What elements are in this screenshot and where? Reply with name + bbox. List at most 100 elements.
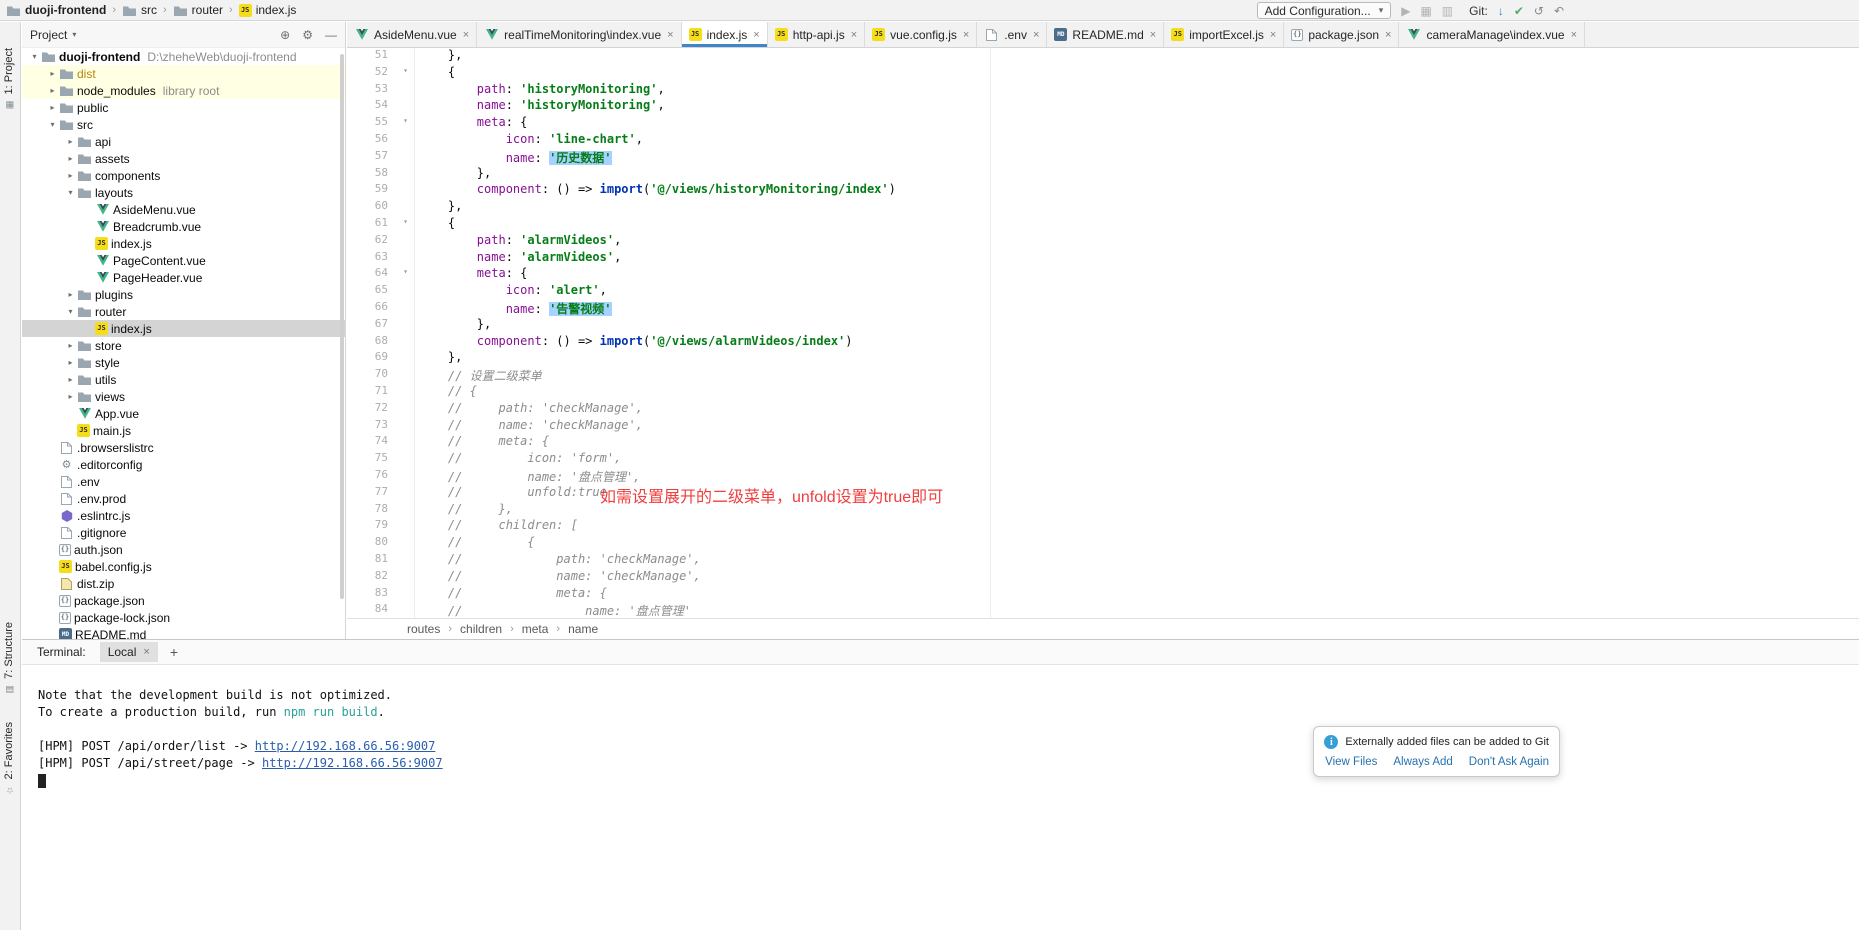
terminal-link[interactable]: http://192.168.66.56:9007 (255, 739, 436, 753)
editor-tab[interactable]: JSimportExcel.js× (1164, 22, 1284, 47)
coverage-icon[interactable]: ▦ (1420, 4, 1431, 18)
project-panel-title[interactable]: Project (30, 28, 67, 42)
collapse-arrow-icon[interactable]: ▾ (64, 188, 77, 197)
expand-arrow-icon[interactable]: ▸ (64, 137, 77, 146)
breadcrumb-item[interactable]: name (568, 622, 598, 636)
tab-close-icon[interactable]: × (753, 29, 759, 41)
tab-close-icon[interactable]: × (1385, 29, 1391, 41)
git-commit-button[interactable]: ✔ (1514, 4, 1524, 18)
tree-item[interactable]: JSindex.js (22, 320, 345, 337)
expand-arrow-icon[interactable]: ▸ (46, 69, 59, 78)
git-history-button[interactable]: ↺ (1534, 4, 1544, 18)
dont-ask-again-link[interactable]: Don't Ask Again (1469, 756, 1549, 768)
tree-item[interactable]: JSbabel.config.js (22, 558, 345, 575)
tree-item[interactable]: ▾layouts (22, 184, 345, 201)
tree-item[interactable]: ▸views (22, 388, 345, 405)
editor-tab[interactable]: JSvue.config.js× (865, 22, 977, 47)
tree-item[interactable]: ▾src (22, 116, 345, 133)
settings-gear-icon[interactable]: ⚙ (302, 28, 313, 42)
tree-item[interactable]: App.vue (22, 405, 345, 422)
tree-item[interactable]: ▸public (22, 99, 345, 116)
tree-item[interactable]: ▸assets (22, 150, 345, 167)
tab-close-icon[interactable]: × (963, 29, 969, 41)
tree-item[interactable]: .browserslistrc (22, 439, 345, 456)
tree-item[interactable]: {}auth.json (22, 541, 345, 558)
expand-arrow-icon[interactable]: ▸ (64, 358, 77, 367)
chevron-down-icon[interactable]: ▾ (72, 30, 76, 39)
new-terminal-button[interactable]: + (170, 644, 178, 660)
tree-item[interactable]: {}package.json (22, 592, 345, 609)
collapse-arrow-icon[interactable]: ▾ (64, 307, 77, 316)
expand-arrow-icon[interactable]: ▸ (64, 392, 77, 401)
tool-window-favorites[interactable]: ☆ 2: Favorites (3, 722, 15, 794)
git-update-button[interactable]: ↓ (1498, 4, 1504, 18)
breadcrumb-item[interactable]: children (460, 622, 502, 636)
tree-item[interactable]: .env.prod (22, 490, 345, 507)
tree-item[interactable]: PageContent.vue (22, 252, 345, 269)
fold-marker-icon[interactable]: ▾ (403, 66, 408, 75)
tab-close-icon[interactable]: × (851, 29, 857, 41)
tree-item[interactable]: {}package-lock.json (22, 609, 345, 626)
collapse-arrow-icon[interactable]: ▾ (28, 52, 41, 61)
expand-arrow-icon[interactable]: ▸ (64, 375, 77, 384)
expand-arrow-icon[interactable]: ▸ (64, 341, 77, 350)
editor-tab[interactable]: cameraManage\index.vue× (1399, 22, 1585, 47)
expand-arrow-icon[interactable]: ▸ (64, 290, 77, 299)
tree-item[interactable]: .eslintrc.js (22, 507, 345, 524)
git-rollback-button[interactable]: ↶ (1554, 4, 1564, 18)
tree-item[interactable]: AsideMenu.vue (22, 201, 345, 218)
hide-panel-icon[interactable]: — (325, 28, 337, 42)
tree-item[interactable]: ▸plugins (22, 286, 345, 303)
always-add-link[interactable]: Always Add (1393, 756, 1452, 768)
run-configuration-select[interactable]: Add Configuration... ▾ (1257, 2, 1392, 19)
editor-tab[interactable]: AsideMenu.vue× (347, 22, 477, 47)
breadcrumb-item[interactable]: meta (522, 622, 549, 636)
tree-item[interactable]: PageHeader.vue (22, 269, 345, 286)
tree-item[interactable]: dist.zip (22, 575, 345, 592)
editor-tab[interactable]: realTimeMonitoring\index.vue× (477, 22, 681, 47)
fold-marker-icon[interactable]: ▾ (403, 267, 408, 276)
tree-item[interactable]: ▸dist (22, 65, 345, 82)
fold-marker-icon[interactable]: ▾ (403, 116, 408, 125)
breadcrumb-item[interactable]: JSindex.js (239, 3, 297, 17)
terminal-tab-close-icon[interactable]: × (143, 646, 149, 658)
view-files-link[interactable]: View Files (1325, 756, 1377, 768)
tree-item[interactable]: ▸store (22, 337, 345, 354)
tree-item[interactable]: .env (22, 473, 345, 490)
terminal-tab-local[interactable]: Local × (100, 642, 158, 662)
profiler-icon[interactable]: ▥ (1442, 4, 1453, 18)
tool-window-project[interactable]: ▦ 1: Project (3, 48, 15, 109)
project-tree[interactable]: ▾duoji-frontendD:\zheheWeb\duoji-fronten… (22, 48, 345, 639)
fold-marker-icon[interactable]: ▾ (403, 217, 408, 226)
editor-tab[interactable]: JShttp-api.js× (768, 22, 865, 47)
tab-close-icon[interactable]: × (1033, 29, 1039, 41)
terminal-link[interactable]: http://192.168.66.56:9007 (262, 756, 443, 770)
tree-item[interactable]: ▾router (22, 303, 345, 320)
tab-close-icon[interactable]: × (1571, 29, 1577, 41)
tab-close-icon[interactable]: × (667, 29, 673, 41)
run-button[interactable]: ▶ (1401, 4, 1410, 18)
breadcrumb-item[interactable]: duoji-frontend (6, 3, 106, 17)
breadcrumb-item[interactable]: src (122, 3, 157, 17)
locate-file-icon[interactable]: ⊕ (280, 28, 290, 42)
editor-tab[interactable]: {}package.json× (1284, 22, 1399, 47)
tab-close-icon[interactable]: × (1150, 29, 1156, 41)
expand-arrow-icon[interactable]: ▸ (64, 171, 77, 180)
tree-item[interactable]: ▸components (22, 167, 345, 184)
tree-item[interactable]: JSmain.js (22, 422, 345, 439)
tree-item[interactable]: .gitignore (22, 524, 345, 541)
collapse-arrow-icon[interactable]: ▾ (46, 120, 59, 129)
tree-item[interactable]: ▸style (22, 354, 345, 371)
tree-item[interactable]: ▸api (22, 133, 345, 150)
editor-tab[interactable]: JSindex.js× (682, 22, 768, 47)
tree-item[interactable]: JSindex.js (22, 235, 345, 252)
expand-arrow-icon[interactable]: ▸ (46, 103, 59, 112)
breadcrumb-item[interactable]: routes (407, 622, 440, 636)
tree-item[interactable]: ▸node_moduleslibrary root (22, 82, 345, 99)
tree-item[interactable]: ⚙.editorconfig (22, 456, 345, 473)
expand-arrow-icon[interactable]: ▸ (46, 86, 59, 95)
code-area[interactable]: 51 },52▾ {53 path: 'historyMonitoring',5… (347, 48, 1859, 618)
breadcrumb-item[interactable]: router (173, 3, 223, 17)
tool-window-structure[interactable]: ▤ 7: Structure (3, 622, 15, 694)
tab-close-icon[interactable]: × (463, 29, 469, 41)
